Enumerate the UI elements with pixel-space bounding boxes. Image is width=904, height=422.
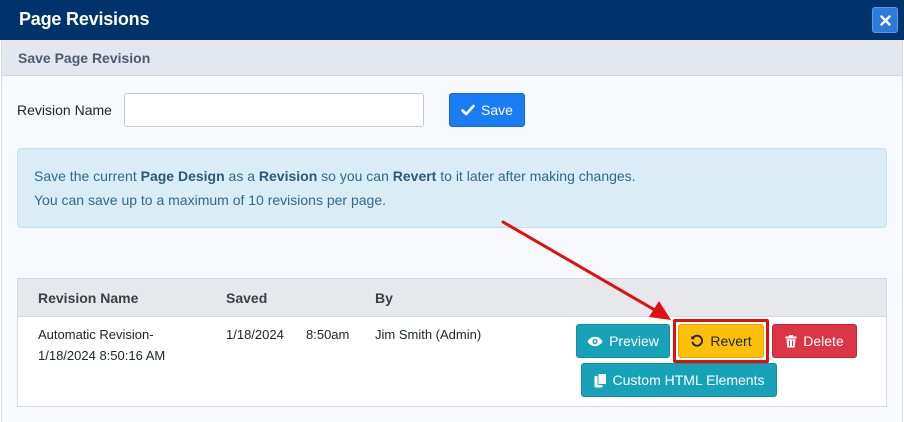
delete-label: Delete [803,333,844,349]
saved-time-cell: 8:50am [306,327,350,342]
dialog-title-bar: Page Revisions [0,0,904,40]
info-line-2: You can save up to a maximum of 10 revis… [34,192,387,208]
dialog-title: Page Revisions [19,9,150,29]
save-button[interactable]: Save [449,93,525,127]
column-header-by: By [375,290,393,306]
save-button-label: Save [481,102,513,118]
close-icon [879,14,891,26]
column-header-revision-name: Revision Name [38,290,139,306]
preview-label: Preview [609,333,659,349]
preview-button[interactable]: Preview [576,324,670,358]
revision-name-input[interactable] [124,93,424,127]
check-icon [461,104,475,116]
eye-icon [587,336,603,346]
delete-button[interactable]: Delete [772,324,857,358]
revision-name-cell: Automatic Revision- 1/18/2024 8:50:16 AM [38,327,166,363]
custom-html-elements-button[interactable]: Custom HTML Elements [581,363,777,397]
revert-highlight-box [673,319,769,363]
close-button[interactable] [872,7,898,33]
page-revisions-dialog: Page Revisions Save Page Revision Revisi… [0,0,904,422]
by-cell: Jim Smith (Admin) [375,327,482,342]
save-section-title: Save Page Revision [18,50,151,66]
copy-icon [594,372,607,387]
revision-name-label: Revision Name [17,102,112,118]
save-section-header: Save Page Revision [2,40,902,76]
column-header-saved: Saved [226,290,268,306]
info-line-1: Save the current Page Design as a Revisi… [34,168,636,184]
info-alert: Save the current Page Design as a Revisi… [17,148,887,228]
trash-icon [785,334,797,347]
table-header: Revision Name Saved By [18,279,886,317]
saved-date-cell: 1/18/2024 [226,327,284,342]
custom-html-label: Custom HTML Elements [612,372,765,388]
